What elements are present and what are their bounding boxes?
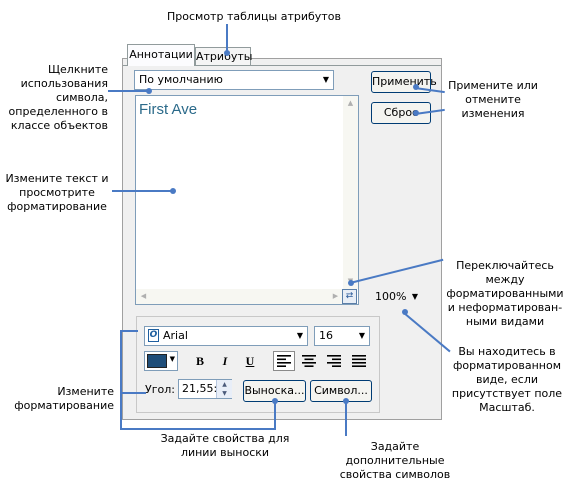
callout-line-2: форматирование bbox=[14, 399, 114, 412]
italic-button[interactable]: I bbox=[215, 352, 235, 370]
callout-line-click-symbol bbox=[108, 90, 148, 92]
chevron-down-icon: ▼ bbox=[296, 331, 303, 340]
callout-line-2: отмените bbox=[465, 93, 521, 106]
callout-line-5: ными видами bbox=[465, 315, 545, 328]
chevron-down-icon: ▼ bbox=[411, 292, 418, 301]
callout-line-change-format-t bbox=[120, 330, 138, 332]
annotation-text-area[interactable]: First Ave ▲ ▼ ◀ ▶ bbox=[135, 95, 359, 305]
callout-dot-attr-table bbox=[224, 50, 230, 56]
callout-line-3: форматирование bbox=[7, 200, 107, 213]
callout-line-5: классе объектов bbox=[10, 119, 108, 132]
align-center-button[interactable] bbox=[299, 352, 319, 370]
font-type-icon: O bbox=[148, 329, 159, 342]
callout-line-4: присутствует поле bbox=[451, 387, 563, 400]
callout-line-3: изменения bbox=[461, 107, 525, 120]
callout-dot-symbol bbox=[343, 398, 349, 404]
scroll-up-icon[interactable]: ▲ bbox=[343, 96, 358, 111]
align-justify-button[interactable] bbox=[349, 352, 369, 370]
zoom-value: 100% bbox=[375, 290, 407, 303]
callout-line-5: Масштаб. bbox=[479, 401, 535, 414]
callout-formatted-view: Вы находитесь в форматированном виде, ес… bbox=[446, 345, 568, 415]
underline-button[interactable]: U bbox=[240, 352, 260, 370]
callout-toggle-views: Переключайтесь между форматированными и … bbox=[444, 259, 566, 329]
callout-line-leader-v bbox=[274, 400, 276, 430]
chevron-down-icon: ▼ bbox=[169, 355, 175, 363]
font-dropdown[interactable]: O Arial ▼ bbox=[144, 326, 308, 346]
callout-leader-props: Задайте свойства для линии выноски bbox=[160, 432, 290, 460]
callout-line-2: линии выноски bbox=[180, 446, 270, 459]
callout-line-leader-h bbox=[120, 428, 276, 430]
callout-apply-reset: Примените или отмените изменения bbox=[448, 79, 538, 121]
angle-spinner[interactable]: ▲ ▼ bbox=[216, 380, 232, 398]
callout-line-1: Вы находитесь в bbox=[458, 345, 556, 358]
callout-change-format: Измените форматирование bbox=[2, 385, 114, 413]
callout-attr-table: Просмотр таблицы атрибутов bbox=[167, 10, 341, 23]
callout-line-1: Измените текст и bbox=[5, 172, 109, 185]
callout-line-2: просмотрите bbox=[19, 186, 95, 199]
align-justify-icon bbox=[352, 355, 366, 367]
tab-attributes[interactable]: Атрибуты bbox=[195, 47, 252, 65]
callout-line-symbol bbox=[345, 400, 347, 436]
align-center-icon bbox=[302, 355, 316, 367]
callout-edit-text: Измените текст и просмотрите форматирова… bbox=[2, 172, 112, 214]
angle-value: 21,55: bbox=[182, 382, 218, 395]
callout-line-3: форматированными bbox=[446, 287, 564, 300]
callout-line-1: Задайте свойства для bbox=[160, 432, 290, 445]
toggle-view-icon: ⇄ bbox=[345, 291, 354, 301]
callout-dot-toggle bbox=[348, 280, 354, 286]
symbol-dropdown[interactable]: По умолчанию ▼ bbox=[134, 70, 334, 90]
align-left-button[interactable] bbox=[273, 351, 295, 371]
scroll-right-icon[interactable]: ▶ bbox=[328, 289, 343, 304]
symbol-dropdown-value: По умолчанию bbox=[139, 73, 223, 86]
angle-label: Угол: bbox=[145, 383, 175, 396]
callout-dot-apply bbox=[413, 84, 419, 90]
annotation-text: First Ave bbox=[139, 101, 198, 118]
callout-line-1: Измените bbox=[57, 385, 114, 398]
callout-line-3: виде, если bbox=[476, 373, 538, 386]
callout-dot-leader bbox=[272, 398, 278, 404]
font-size-value: 16 bbox=[319, 329, 333, 342]
align-left-icon bbox=[277, 355, 291, 367]
callout-click-symbol: Щелкните использования символа, определе… bbox=[4, 63, 108, 133]
bold-button[interactable]: B bbox=[190, 352, 210, 370]
callout-more-symbol-props: Задайте дополнительные свойства символов bbox=[330, 440, 460, 482]
vertical-scrollbar[interactable]: ▲ ▼ bbox=[343, 96, 358, 289]
callout-line-1: Щелкните bbox=[48, 63, 108, 76]
font-size-dropdown[interactable]: 16 ▼ bbox=[314, 326, 370, 346]
align-right-icon bbox=[327, 355, 341, 367]
zoom-dropdown[interactable]: 100% ▼ bbox=[370, 287, 422, 306]
callout-line-4: определенного в bbox=[8, 105, 108, 118]
callout-dot-click-symbol bbox=[146, 88, 152, 94]
callout-line-change-format-v bbox=[120, 330, 122, 430]
callout-dot-edit-text bbox=[170, 188, 176, 194]
chevron-down-icon: ▼ bbox=[322, 75, 329, 84]
callout-line-2: форматированном bbox=[452, 359, 562, 372]
color-picker[interactable]: ▼ bbox=[144, 351, 178, 371]
horizontal-scrollbar[interactable]: ◀ ▶ bbox=[136, 289, 343, 304]
callout-line-change-format bbox=[120, 392, 146, 394]
callout-line-1: Переключайтесь bbox=[456, 259, 554, 272]
callout-line-2: между bbox=[485, 273, 525, 286]
toggle-view-button[interactable]: ⇄ bbox=[342, 289, 357, 304]
scroll-left-icon[interactable]: ◀ bbox=[136, 289, 151, 304]
callout-line-3: символа, bbox=[56, 91, 108, 104]
callout-dot-reset bbox=[413, 110, 419, 116]
spin-down-icon[interactable]: ▼ bbox=[217, 389, 232, 398]
callout-line-attr-table bbox=[226, 24, 228, 52]
font-name: Arial bbox=[163, 329, 188, 342]
callout-line-1: Примените или bbox=[448, 79, 538, 92]
tab-annotations[interactable]: Аннотации bbox=[127, 44, 195, 66]
callout-dot-formatted bbox=[402, 309, 408, 315]
chevron-down-icon: ▼ bbox=[358, 331, 365, 340]
spin-up-icon[interactable]: ▲ bbox=[217, 380, 232, 389]
align-right-button[interactable] bbox=[324, 352, 344, 370]
callout-line-1: Задайте дополнительные bbox=[345, 440, 445, 467]
callout-line-4: и неформатирован- bbox=[447, 301, 563, 314]
callout-line-2: использования bbox=[20, 77, 108, 90]
color-swatch bbox=[147, 354, 167, 368]
symbol-button[interactable]: Символ... bbox=[310, 380, 372, 402]
callout-line-edit-text bbox=[112, 190, 172, 192]
